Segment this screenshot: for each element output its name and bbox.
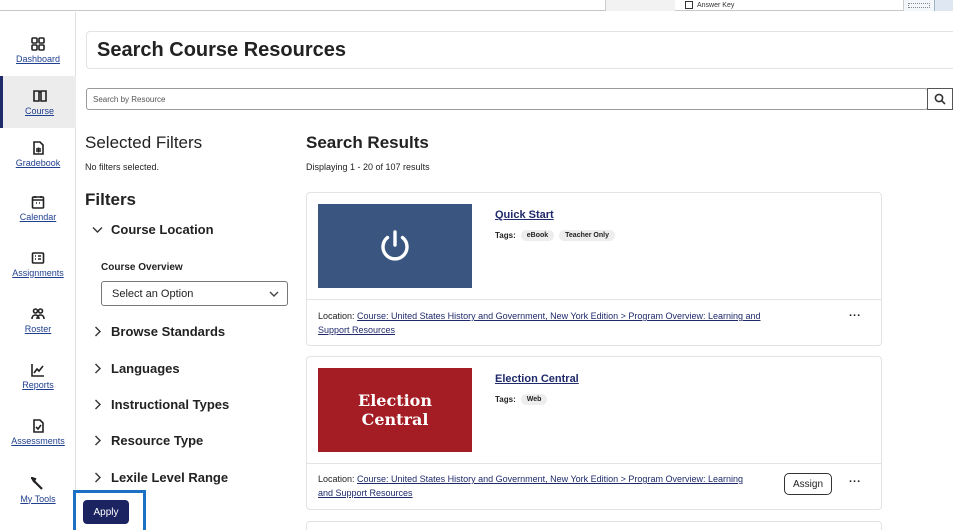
chevron-right-icon bbox=[95, 399, 101, 410]
filter-course-location[interactable]: Course Location bbox=[92, 222, 214, 237]
power-icon bbox=[381, 230, 409, 261]
sidebar-item-label: Gradebook bbox=[15, 157, 61, 168]
reports-icon bbox=[31, 363, 44, 377]
select-value: Select an Option bbox=[112, 287, 194, 300]
filter-label: Resource Type bbox=[111, 433, 204, 448]
sidebar-item-gradebook[interactable]: Gradebook bbox=[0, 128, 76, 180]
assessments-icon bbox=[33, 418, 44, 433]
result-tags: Tags: eBook Teacher Only bbox=[495, 230, 615, 241]
course-overview-label: Course Overview bbox=[101, 262, 183, 273]
answer-key-checkbox[interactable]: Answer Key bbox=[685, 1, 734, 9]
result-location: Location: Course: United States History … bbox=[318, 472, 758, 500]
calendar-icon bbox=[31, 195, 45, 209]
top-toolbar-strip: Answer Key bbox=[0, 0, 953, 11]
tag-badge: eBook bbox=[520, 230, 555, 241]
sidebar-item-label: Dashboard bbox=[15, 53, 61, 64]
location-label: Location: bbox=[318, 311, 355, 321]
result-thumbnail[interactable] bbox=[318, 204, 472, 288]
tag-badge: Web bbox=[520, 394, 548, 405]
assign-button[interactable]: Assign bbox=[784, 473, 832, 495]
top-right-thumbnail bbox=[903, 0, 953, 11]
result-tags: Tags: Web bbox=[495, 394, 548, 405]
filter-label: Browse Standards bbox=[111, 324, 226, 339]
filter-resource-type[interactable]: Resource Type bbox=[92, 433, 203, 448]
more-options-button[interactable]: ... bbox=[849, 473, 861, 485]
result-thumbnail[interactable]: Election Central bbox=[318, 368, 472, 452]
book-icon bbox=[32, 89, 47, 102]
chevron-right-icon bbox=[95, 472, 101, 483]
chevron-down-icon bbox=[269, 291, 279, 297]
dashboard-icon bbox=[31, 36, 45, 51]
resource-search bbox=[86, 88, 953, 110]
course-overview-select[interactable]: Select an Option bbox=[101, 281, 288, 306]
result-location: Location: Course: United States History … bbox=[318, 309, 788, 337]
page-title-card: Search Course Resources bbox=[86, 31, 953, 69]
filter-instructional-types[interactable]: Instructional Types bbox=[92, 397, 229, 412]
gradebook-icon bbox=[33, 140, 44, 155]
search-button[interactable] bbox=[927, 88, 953, 110]
sidebar-item-dashboard[interactable]: Dashboard bbox=[0, 24, 76, 76]
filter-label: Languages bbox=[111, 361, 180, 376]
selected-filters-heading: Selected Filters bbox=[85, 133, 203, 152]
filter-lexile-level-range[interactable]: Lexile Level Range bbox=[92, 470, 228, 485]
sidebar-item-assessments[interactable]: Assessments bbox=[0, 406, 76, 458]
results-count: Displaying 1 - 20 of 107 results bbox=[306, 162, 430, 172]
card-divider bbox=[307, 463, 881, 464]
chevron-right-icon bbox=[95, 326, 101, 337]
election-central-logo: Election Central bbox=[358, 391, 432, 429]
top-panel-tab bbox=[605, 0, 675, 11]
sidebar-item-assignments[interactable]: Assignments bbox=[0, 238, 76, 290]
roster-icon bbox=[31, 307, 45, 319]
tag-badge: Teacher Only bbox=[559, 230, 615, 241]
filter-browse-standards[interactable]: Browse Standards bbox=[92, 324, 225, 339]
tags-label: Tags: bbox=[495, 231, 516, 240]
sidebar-item-label: Course bbox=[24, 105, 54, 116]
answer-key-label: Answer Key bbox=[697, 1, 735, 9]
location-link[interactable]: Course: United States History and Govern… bbox=[318, 474, 743, 498]
page-title: Search Course Resources bbox=[97, 38, 347, 61]
filter-label: Instructional Types bbox=[111, 397, 230, 412]
sidebar-item-roster[interactable]: Roster bbox=[0, 294, 76, 346]
filter-label: Course Location bbox=[111, 222, 214, 237]
search-icon bbox=[934, 93, 946, 105]
sidebar-item-my-tools[interactable]: My Tools bbox=[0, 464, 76, 516]
result-card: Quick Start Tags: eBook Teacher Only Loc… bbox=[306, 192, 882, 346]
checkbox-icon[interactable] bbox=[685, 1, 693, 9]
result-card bbox=[306, 521, 882, 530]
chevron-right-icon bbox=[95, 363, 101, 374]
chevron-down-icon bbox=[92, 227, 103, 233]
wrench-icon bbox=[31, 476, 43, 490]
location-link[interactable]: Course: United States History and Govern… bbox=[318, 311, 761, 335]
sidebar-item-reports[interactable]: Reports bbox=[0, 350, 76, 402]
no-filters-text: No filters selected. bbox=[85, 162, 160, 172]
sidebar-item-label: Roster bbox=[24, 323, 52, 334]
search-results-heading: Search Results bbox=[306, 133, 429, 152]
tags-label: Tags: bbox=[495, 395, 516, 404]
filter-languages[interactable]: Languages bbox=[92, 361, 180, 376]
location-label: Location: bbox=[318, 474, 355, 484]
result-title-link[interactable]: Quick Start bbox=[495, 209, 554, 221]
card-divider bbox=[307, 299, 881, 300]
sidebar-item-label: Calendar bbox=[19, 211, 57, 222]
sidebar-item-label: Reports bbox=[22, 379, 54, 390]
sidebar-item-label: Assessments bbox=[11, 435, 65, 446]
filter-label: Lexile Level Range bbox=[111, 470, 229, 485]
result-card: Election Central Election Central Tags: … bbox=[306, 356, 882, 510]
search-input[interactable] bbox=[86, 88, 928, 110]
sidebar-item-label: My Tools bbox=[20, 493, 56, 504]
sidebar-item-calendar[interactable]: Calendar bbox=[0, 182, 76, 234]
result-title-link[interactable]: Election Central bbox=[495, 373, 579, 385]
chevron-right-icon bbox=[95, 435, 101, 446]
sidebar-nav: Dashboard Course Gradebook Calendar Assi… bbox=[0, 12, 76, 530]
filters-heading: Filters bbox=[85, 190, 137, 209]
assignments-icon bbox=[31, 251, 45, 264]
sidebar-item-course[interactable]: Course bbox=[0, 76, 76, 128]
more-options-button[interactable]: ... bbox=[849, 307, 861, 319]
apply-button[interactable]: Apply bbox=[83, 500, 129, 524]
sidebar-item-label: Assignments bbox=[12, 267, 64, 278]
